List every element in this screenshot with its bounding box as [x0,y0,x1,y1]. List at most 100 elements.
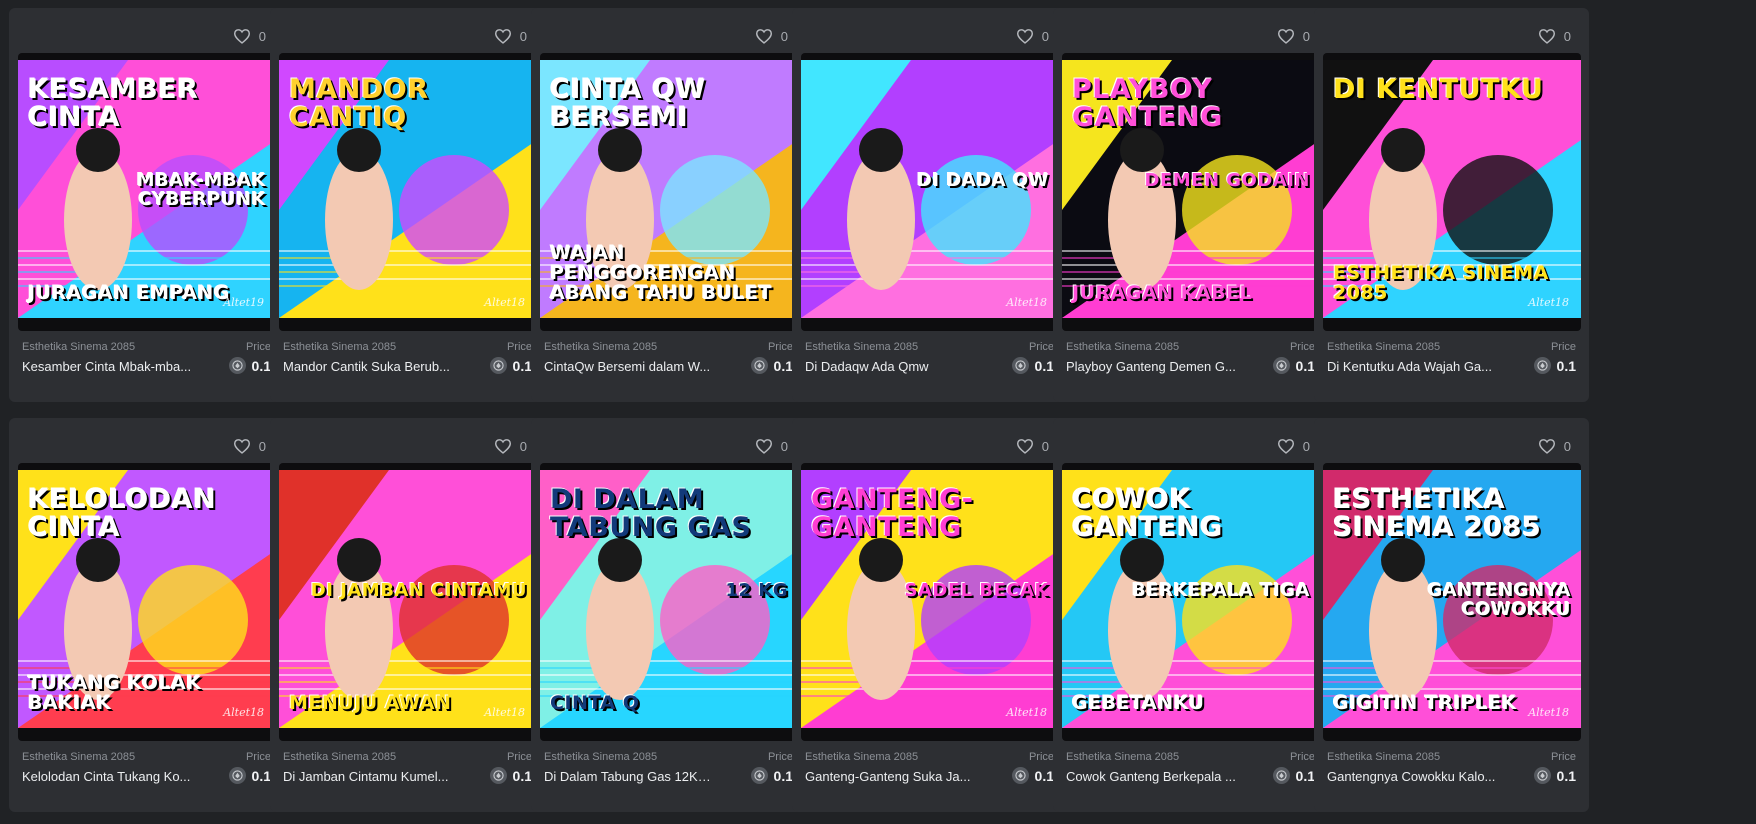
favorite-button[interactable]: 0 [755,28,788,44]
artwork-title-top: Mandor Cantiq [289,74,429,134]
favorite-button[interactable]: 0 [1016,28,1049,44]
price-value: 0.1 [1295,767,1315,784]
nft-card[interactable]: 0 Di Jamban Cintamu Menuju Awan Altet18 [270,418,545,812]
collection-name[interactable]: Esthetika Sinema 2085 [805,751,918,763]
item-name[interactable]: Mandor Cantik Suka Berub... [283,359,453,374]
nft-card[interactable]: 0 Kelolodan Cinta Tukang Kolak Bakiak Al… [9,418,284,812]
flow-coin-icon [228,767,246,784]
favorite-count: 0 [780,28,788,44]
item-name[interactable]: Di Dadaqw Ada Qmw [805,359,975,374]
artwork-title-bottom: Juragan Kabel [1072,282,1253,305]
artwork-image[interactable]: Esthetika Sinema 2085 Gantengnya Cowokku… [1323,463,1581,741]
collection-name[interactable]: Esthetika Sinema 2085 [22,341,135,353]
artwork-image[interactable]: Di Dada Qw Altet18 [801,53,1059,331]
heart-icon [233,29,250,44]
nft-card[interactable]: 0 Di Dada Qw Altet18 Esthetika [792,8,1067,402]
favorite-button[interactable]: 0 [755,438,788,454]
nft-card[interactable]: 0 Di Dalam Tabung Gas 12 Kg Cinta Q [531,418,806,812]
artwork-image[interactable]: Kelolodan Cinta Tukang Kolak Bakiak Alte… [18,463,276,741]
nft-card[interactable]: 0 Cinta Qw Bersemi Wajan Penggorengan Ab… [531,8,806,402]
artist-signature: Altet18 [1528,296,1569,309]
artwork-image[interactable]: Mandor Cantiq Altet18 [279,53,537,331]
collection-name[interactable]: Esthetika Sinema 2085 [1327,751,1440,763]
collection-name[interactable]: Esthetika Sinema 2085 [283,751,396,763]
artwork-image[interactable]: Cowok Ganteng Berkepala Tiga Gebetanku [1062,463,1320,741]
nft-card[interactable]: 0 Di Kentutku Esthetika Sinema 2085 Alte… [1314,8,1589,402]
price-label: Price [767,751,793,763]
favorite-button[interactable]: 0 [494,28,527,44]
artwork-image[interactable]: Di Dalam Tabung Gas 12 Kg Cinta Q [540,463,798,741]
flow-coin-icon [1533,357,1551,374]
favorite-button[interactable]: 0 [233,438,266,454]
item-name[interactable]: Gantengnya Cowokku Kalo... [1327,769,1497,784]
artwork-image[interactable]: Di Jamban Cintamu Menuju Awan Altet18 [279,463,537,741]
flow-coin-icon [1533,767,1551,784]
collection-name[interactable]: Esthetika Sinema 2085 [1066,751,1179,763]
favorite-button[interactable]: 0 [494,438,527,454]
price-value: 0.1 [773,767,793,784]
artwork-title-top: Cinta Qw Bersemi [550,74,706,134]
favorite-button[interactable]: 0 [233,28,266,44]
favorite-button[interactable]: 0 [1277,438,1310,454]
price: 0.1 [228,767,271,784]
price-label: Price [506,341,532,353]
nft-card[interactable]: 0 Kesamber Cinta Mbak-Mbak Cyberpunk Jur… [9,8,284,402]
item-name[interactable]: Ganteng-Ganteng Suka Ja... [805,769,975,784]
collection-name[interactable]: Esthetika Sinema 2085 [544,341,657,353]
heart-icon [494,29,511,44]
artwork-title-mid: Demen Godain [1144,170,1310,191]
artwork-title-mid: Berkepala Tiga [1132,580,1310,601]
price-value: 0.1 [1556,767,1576,784]
artwork-image[interactable]: Ganteng-Ganteng Sadel Becak Altet18 [801,463,1059,741]
price-label: Price [767,341,793,353]
flow-coin-icon [1272,357,1290,374]
heart-icon [1538,29,1555,44]
collection-name[interactable]: Esthetika Sinema 2085 [805,341,918,353]
heart-icon [1277,29,1294,44]
nft-card[interactable]: 0 Mandor Cantiq Altet18 Estheti [270,8,545,402]
price: 0.1 [750,357,793,374]
item-name[interactable]: CintaQw Bersemi dalam W... [544,359,714,374]
artist-signature: Altet18 [484,706,525,719]
flow-coin-icon [750,357,768,374]
collection-name[interactable]: Esthetika Sinema 2085 [1327,341,1440,353]
nft-card[interactable]: 0 Playboy Ganteng Demen Godain Juragan K… [1053,8,1328,402]
favorite-button[interactable]: 0 [1277,28,1310,44]
item-name[interactable]: Playboy Ganteng Demen G... [1066,359,1236,374]
heart-icon [755,439,772,454]
artwork-title-mid: Mbak-Mbak Cyberpunk [136,170,266,210]
artwork-image[interactable]: Cinta Qw Bersemi Wajan Penggorengan Aban… [540,53,798,331]
item-name[interactable]: Di Dalam Tabung Gas 12Kg... [544,769,714,784]
artwork-title-mid: Di Dada Qw [916,170,1049,191]
favorite-count: 0 [1302,28,1310,44]
price-label: Price [1289,751,1315,763]
favorite-button[interactable]: 0 [1538,28,1571,44]
item-name[interactable]: Di Kentutku Ada Wajah Ga... [1327,359,1497,374]
favorite-button[interactable]: 0 [1016,438,1049,454]
nft-card[interactable]: 0 Esthetika Sinema 2085 Gantengnya Cowok… [1314,418,1589,812]
collection-name[interactable]: Esthetika Sinema 2085 [22,751,135,763]
price-value: 0.1 [1034,767,1054,784]
item-name[interactable]: Cowok Ganteng Berkepala ... [1066,769,1236,784]
artwork-image[interactable]: Playboy Ganteng Demen Godain Juragan Kab… [1062,53,1320,331]
favorite-button[interactable]: 0 [1538,438,1571,454]
item-name[interactable]: Kesamber Cinta Mbak-mba... [22,359,192,374]
artwork-image[interactable]: Kesamber Cinta Mbak-Mbak Cyberpunk Jurag… [18,53,276,331]
item-name[interactable]: Kelolodan Cinta Tukang Ko... [22,769,192,784]
item-name[interactable]: Di Jamban Cintamu Kumel... [283,769,453,784]
artwork-title-top: Kesamber Cinta [28,74,199,134]
nft-card[interactable]: 0 Cowok Ganteng Berkepala Tiga Gebetanku [1053,418,1328,812]
collection-name[interactable]: Esthetika Sinema 2085 [283,341,396,353]
flow-coin-icon [1011,357,1029,374]
heart-icon [1016,439,1033,454]
artwork-image[interactable]: Di Kentutku Esthetika Sinema 2085 Altet1… [1323,53,1581,331]
collection-name[interactable]: Esthetika Sinema 2085 [1066,341,1179,353]
price: 0.1 [1533,357,1576,374]
nft-card[interactable]: 0 Ganteng-Ganteng Sadel Becak Altet18 [792,418,1067,812]
artwork-title-top: Cowok Ganteng [1072,484,1223,544]
flow-coin-icon [228,357,246,374]
flow-coin-icon [1011,767,1029,784]
artwork-title-mid: Gantengnya Cowokku [1427,580,1571,620]
collection-name[interactable]: Esthetika Sinema 2085 [544,751,657,763]
price-label: Price [1028,341,1054,353]
